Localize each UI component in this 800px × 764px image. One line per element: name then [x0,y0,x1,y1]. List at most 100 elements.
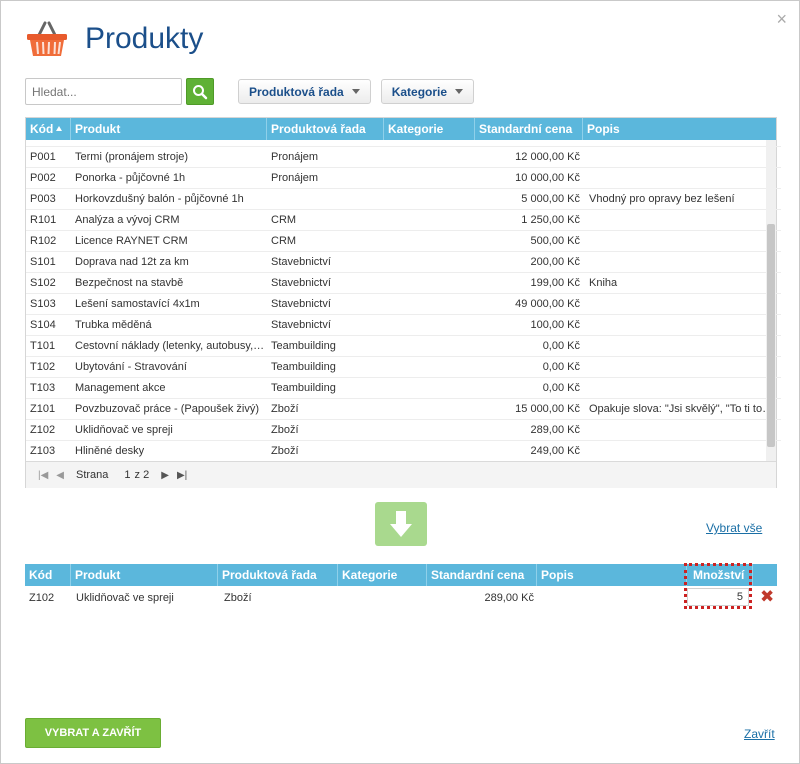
search-icon [193,84,208,99]
column-header-popis[interactable]: Popis [583,118,778,140]
cell-popis: Kniha [589,277,618,289]
cell-popis [589,315,776,335]
column-label: Popis [587,122,620,136]
last-page-icon[interactable]: ▶| [177,470,187,481]
cell-cena: 289,00 Kč [530,424,580,436]
select-all-link[interactable]: Vybrat vše [706,521,762,535]
column-header-produkt[interactable]: Produkt [71,564,218,586]
cell-cena: 15 000,00 Kč [515,403,580,415]
cell-rada: CRM [271,235,297,247]
column-header-kod[interactable]: Kód [26,118,71,140]
cell-popis [589,147,776,167]
table-row[interactable]: P003 Horkovzdušný balón - půjčovné 1h 5 00… [26,189,781,210]
column-header-cena[interactable]: Standardní cena [427,564,537,586]
remove-row-icon[interactable]: ✖ [760,587,774,607]
column-header-cena[interactable]: Standardní cena [475,118,583,140]
cell-cena: 10 000,00 Kč [515,172,580,184]
column-label: Popis [541,568,574,582]
column-header-kategorie[interactable]: Kategorie [338,564,427,586]
cell-kod: Z102 [29,592,55,604]
column-header-rada[interactable]: Produktová řada [218,564,338,586]
cell-kod: S104 [30,319,56,331]
table-row[interactable]: Z101 Povzbuzovač práce - (Papoušek živý) Z… [26,399,781,420]
table-row[interactable]: R102 Licence RAYNET CRM CRM 500,00 Kč [26,231,781,252]
table-row[interactable]: P002 Ponorka - půjčovné 1h Pronájem 10 000,… [26,168,781,189]
cell-kategorie [388,147,478,167]
table-row[interactable]: T102 Ubytování - Stravování Teambuilding 0,… [26,357,781,378]
chevron-down-icon [455,89,464,94]
selected-products-grid: Kód Produkt Produktová řada Kategorie St… [25,563,777,610]
table-row[interactable]: Z103 Hliněné desky Zboží 249,00 Kč [26,441,781,461]
cell-rada: Stavebnictví [271,277,331,289]
close-dialog-icon[interactable]: × [776,9,787,29]
cell-produkt: Povzbuzovač práce - (Papoušek živý) [75,403,260,415]
cell-rada: Stavebnictví [271,298,331,310]
column-header-kategorie[interactable]: Kategorie [384,118,475,140]
quantity-input[interactable]: 5 [687,588,749,606]
cell-cena: 289,00 Kč [484,592,534,604]
pager-label: Strana [76,469,109,481]
table-row[interactable]: Z102 Uklidňovač ve spreji Zboží 289,00 K… [25,586,777,610]
table-row[interactable]: S103 Lešení samostavící 4x1m Stavebnictví 4… [26,294,781,315]
cell-rada: Zboží [224,592,252,604]
add-selected-button[interactable] [375,502,427,546]
cell-kategorie [388,336,478,356]
cell-popis [589,357,776,377]
search-input[interactable] [25,78,182,105]
cell-kod: T102 [30,361,56,373]
cell-rada: Stavebnictví [271,319,331,331]
close-link[interactable]: Zavřít [744,727,775,741]
cell-cena: 249,00 Kč [530,445,580,457]
table-row[interactable]: S104 Trubka měděná Stavebnictví 100,00 Kč [26,315,781,336]
next-page-icon[interactable]: ▶ [161,470,169,481]
cell-kod: R102 [30,235,57,247]
filter-product-line-button[interactable]: Produktová řada [238,79,371,104]
cell-cena: 49 000,00 Kč [515,298,580,310]
column-header-produkt[interactable]: Produkt [71,118,267,140]
column-header-popis[interactable]: Popis [537,564,687,586]
column-header-kod[interactable]: Kód [25,564,71,586]
cell-kod: P001 [30,151,56,163]
cell-rada: Pronájem [271,151,319,163]
grid-header: Kód Produkt Produktová řada Kategorie St… [26,118,776,140]
filter-category-button[interactable]: Kategorie [380,79,475,104]
column-label: Kategorie [342,568,398,582]
table-row[interactable]: R101 Analýza a vývoj CRM CRM 1 250,00 Kč [26,210,781,231]
sort-ascending-icon [56,126,63,131]
cell-produkt: Trubka měděná [75,319,152,331]
cell-kod: T101 [30,340,56,352]
search-button[interactable] [186,78,214,105]
table-row[interactable]: T103 Management akce Teambuilding 0,00 Kč [26,378,781,399]
select-and-close-button[interactable]: VYBRAT A ZAVŘÍT [25,718,161,748]
cell-kategorie [388,441,478,461]
cell-rada: Zboží [271,445,299,457]
cell-rada: Teambuilding [271,382,336,394]
products-grid: Kód Produkt Produktová řada Kategorie St… [25,117,781,488]
scrollbar-thumb[interactable] [767,224,775,447]
cell-popis [589,252,776,272]
column-label: Standardní cena [431,568,525,582]
first-page-icon[interactable]: |◀ [38,470,48,481]
cell-popis [589,231,776,251]
cell-kategorie [388,231,478,251]
pager-current-page[interactable]: 1 [124,469,130,481]
column-label: Produktová řada [271,122,366,136]
scrollbar[interactable] [766,140,776,461]
cell-rada: Teambuilding [271,340,336,352]
column-header-rada[interactable]: Produktová řada [267,118,384,140]
column-label: Kód [29,568,53,582]
cell-produkt: Horkovzdušný balón - půjčovné 1h [75,193,244,205]
grid-body: P001 Termi (pronájem stroje) Pronájem 12 00… [26,140,781,461]
cell-produkt: Uklidňovač ve spreji [75,424,173,436]
cell-rada: Zboží [271,403,299,415]
table-row[interactable]: S102 Bezpečnost na stavbě Stavebnictví 199,… [26,273,781,294]
column-label: Produkt [75,568,121,582]
cell-kategorie [388,252,478,272]
table-row[interactable]: P001 Termi (pronájem stroje) Pronájem 12 00… [26,147,781,168]
cell-popis: Vhodný pro opravy bez lešení [589,193,735,205]
cell-produkt: Licence RAYNET CRM [75,235,188,247]
prev-page-icon[interactable]: ◀ [56,470,64,481]
table-row[interactable]: Z102 Uklidňovač ve spreji Zboží 289,00 Kč [26,420,781,441]
table-row[interactable]: T101 Cestovní náklady (letenky, autobusy,… [26,336,781,357]
table-row[interactable]: S101 Doprava nad 12t za km Stavebnictví 200… [26,252,781,273]
